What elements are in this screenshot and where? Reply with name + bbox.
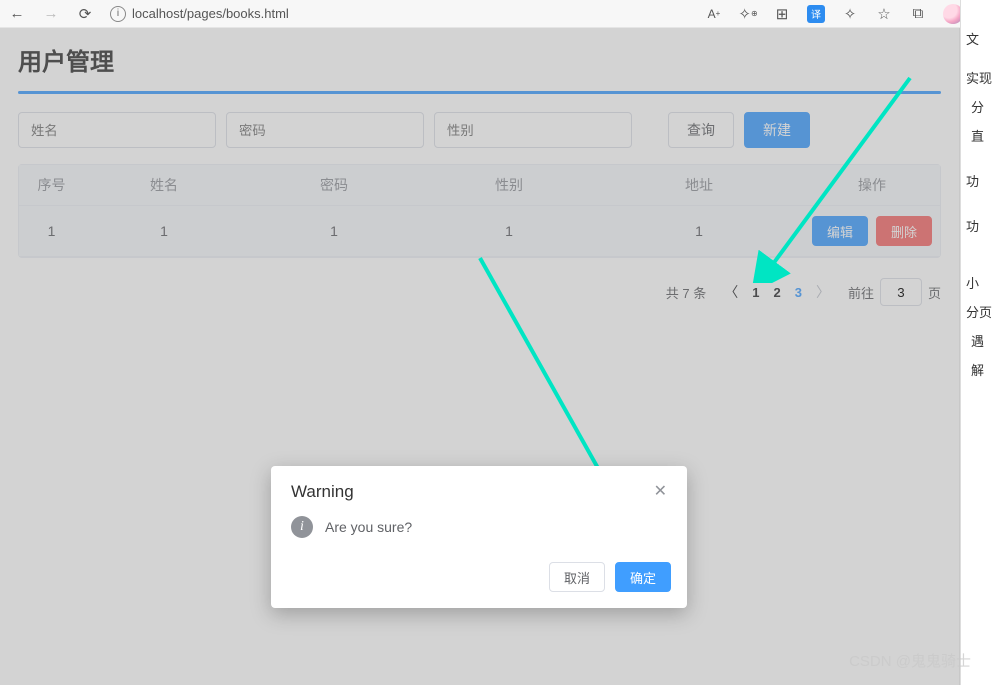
dialog-body: i Are you sure? xyxy=(271,510,687,554)
outline-item[interactable]: 小 xyxy=(961,268,1005,297)
dialog-title: Warning xyxy=(291,482,354,502)
outline-item[interactable]: 遇 xyxy=(961,326,1005,355)
back-icon[interactable]: ← xyxy=(8,5,26,23)
side-outline: 文 实现 分 直 功 功 小 分页 遇 解 xyxy=(960,0,1005,685)
outline-item[interactable]: 分页 xyxy=(961,297,1005,326)
outline-item[interactable]: 直 xyxy=(961,121,1005,150)
favorites-icon[interactable]: ☆ xyxy=(875,5,893,23)
outline-item[interactable]: 文 xyxy=(961,24,1005,53)
browser-bar: ← → ⟳ i localhost/pages/books.html A+ ✧⊕… xyxy=(0,0,1005,28)
outline-item[interactable]: 功 xyxy=(961,211,1005,240)
refresh-icon[interactable]: ⟳ xyxy=(76,5,94,23)
font-size-icon[interactable]: A+ xyxy=(705,5,723,23)
dialog-header: Warning ✕ xyxy=(271,466,687,510)
outline-item[interactable]: 实现 xyxy=(961,63,1005,92)
confirm-button[interactable]: 确定 xyxy=(615,562,671,592)
watermark: CSDN @鬼鬼骑士 xyxy=(849,650,971,671)
dialog-message: Are you sure? xyxy=(325,519,412,535)
dialog-footer: 取消 确定 xyxy=(271,554,687,608)
outline-item[interactable]: 分 xyxy=(961,92,1005,121)
confirm-dialog: Warning ✕ i Are you sure? 取消 确定 xyxy=(271,466,687,608)
page-viewport: 用户管理 查询 新建 序号 姓名 密码 性别 地址 操作 1 1 1 1 xyxy=(0,28,960,685)
close-icon[interactable]: ✕ xyxy=(654,484,667,500)
extension-icon[interactable]: ✧ xyxy=(841,5,859,23)
read-aloud-icon[interactable]: ✧⊕ xyxy=(739,5,757,23)
translator-icon[interactable]: 译 xyxy=(807,5,825,23)
history-icon[interactable]: ⧉ xyxy=(909,5,927,23)
url-text: localhost/pages/books.html xyxy=(132,6,289,21)
outline-item[interactable]: 功 xyxy=(961,166,1005,195)
cancel-button[interactable]: 取消 xyxy=(549,562,605,592)
forward-icon[interactable]: → xyxy=(42,5,60,23)
info-icon: i xyxy=(291,516,313,538)
collections-icon[interactable]: ⊞ xyxy=(773,5,791,23)
outline-item[interactable]: 解 xyxy=(961,355,1005,384)
address-bar[interactable]: i localhost/pages/books.html xyxy=(110,6,289,22)
site-info-icon[interactable]: i xyxy=(110,6,126,22)
